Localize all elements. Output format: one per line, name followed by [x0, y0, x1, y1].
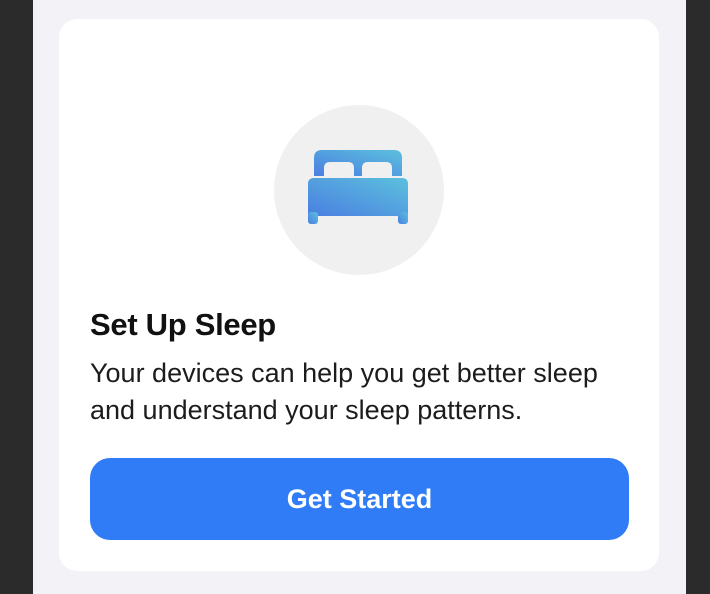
setup-sleep-card: Set Up Sleep Your devices can help you g…	[59, 19, 659, 571]
card-description: Your devices can help you get better sle…	[90, 358, 598, 425]
get-started-button[interactable]: Get Started	[90, 458, 629, 540]
app-screen: Set Up Sleep Your devices can help you g…	[33, 0, 686, 594]
bed-icon-badge	[274, 105, 444, 275]
card-title: Set Up Sleep	[90, 307, 276, 342]
bed-icon	[308, 150, 408, 224]
